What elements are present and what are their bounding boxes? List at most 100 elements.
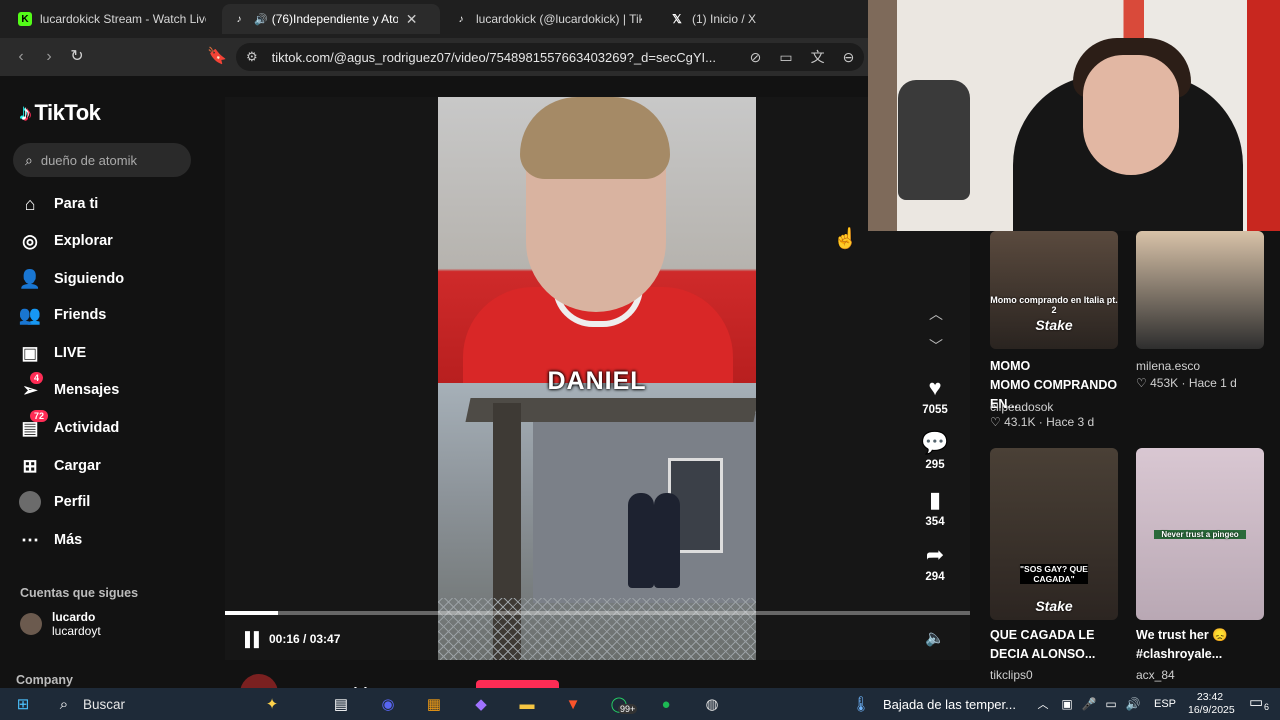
tab-tiktok-profile[interactable]: ♪ lucardokick (@lucardokick) | TikTo	[444, 4, 652, 34]
microphone-icon[interactable]: 🎤	[1082, 694, 1097, 714]
reload-icon[interactable]: ↻	[66, 46, 88, 68]
video-thumbnail[interactable]: "SOS GAY? QUE CAGADA" Stake	[990, 448, 1118, 620]
sidebar-item-cargar[interactable]: ⊞ Cargar	[18, 452, 100, 480]
tab-title: (1) Inicio / X	[692, 12, 757, 26]
m365-icon[interactable]: ◆	[470, 694, 492, 714]
user-follow-icon: 👤	[18, 268, 42, 289]
x-icon: 𝕏	[672, 12, 682, 26]
brand-watermark: Stake	[1035, 317, 1073, 333]
brave-icon[interactable]: ▼	[562, 694, 584, 714]
forward-icon[interactable]: ›	[38, 46, 60, 68]
sidebar-item-live[interactable]: ▣ LIVE	[18, 339, 86, 367]
tab-x[interactable]: 𝕏 (1) Inicio / X	[660, 4, 860, 34]
video-thumbnail[interactable]: Momo comprando en Italia pt. 2 Stake	[990, 231, 1118, 349]
video-player[interactable]: DANIEL ▌▌ 00:16 / 03:47 🔈	[225, 97, 970, 660]
weather-icon[interactable]: 🌡	[851, 694, 871, 714]
bookmark-page-icon[interactable]: 🔖	[206, 46, 228, 68]
compass-icon: ◎	[22, 230, 38, 251]
chevron-down-icon[interactable]: ﹀	[926, 336, 946, 356]
chevron-up-icon[interactable]: ︿	[1036, 694, 1050, 714]
windows-start-icon[interactable]: ⊞	[12, 694, 34, 714]
video-author-name[interactable]: milena.esco	[1136, 358, 1276, 374]
tiktok-icon: ♪	[236, 13, 242, 25]
comment-icon: 💬	[921, 430, 949, 455]
share-count: 294	[925, 571, 945, 583]
video-thumbnail[interactable]	[1136, 231, 1264, 349]
progress-bar[interactable]	[225, 611, 970, 615]
following-account[interactable]: lucardo lucardoyt	[20, 610, 101, 638]
video-top-clip	[438, 97, 756, 383]
video-author-name[interactable]: acx_84	[1136, 667, 1276, 683]
sidebar-item-label: LIVE	[54, 345, 87, 361]
video-thumbnail[interactable]: Never trust a pingeo	[1136, 448, 1264, 620]
site-settings-icon[interactable]: ⚙	[246, 49, 258, 65]
cast-icon[interactable]: ▭	[779, 49, 792, 66]
video-frame[interactable]: DANIEL	[438, 97, 756, 660]
video-author-name[interactable]: tikclips0	[990, 667, 1130, 683]
taskbar-clock[interactable]: 23:42 16/9/2025	[1188, 691, 1235, 717]
video-author-name[interactable]: clipeadosok	[990, 399, 1130, 415]
tab-kick[interactable]: K lucardokick Stream - Watch Live o	[8, 4, 216, 34]
video-title[interactable]: QUE CAGADA LE DECIA ALONSO...	[990, 626, 1130, 664]
like-button[interactable]: ♥ 7055	[910, 374, 960, 416]
sidebar-item-label: Perfil	[54, 494, 91, 510]
sidebar-item-label: Para ti	[54, 196, 99, 212]
avatar	[18, 490, 42, 514]
video-title-line: QUE CAGADA LE	[990, 628, 1095, 642]
chevron-up-icon[interactable]: ︿	[926, 304, 946, 324]
share-button[interactable]: ➦ 294	[910, 541, 960, 583]
sidebar-item-explorar[interactable]: ◎ Explorar	[18, 227, 113, 255]
comment-button[interactable]: 💬 295	[910, 429, 960, 471]
heart-outline-icon: ♡	[990, 415, 1001, 429]
volume-icon[interactable]: 🔈	[925, 628, 945, 648]
language-indicator[interactable]: ESP	[1154, 698, 1176, 710]
app-icon[interactable]: ▦	[423, 694, 445, 714]
sidebar-item-actividad[interactable]: ▤ 72 Actividad	[18, 410, 119, 442]
sidebar-item-mensajes[interactable]: ➢ 4 Mensajes	[18, 372, 119, 404]
bookmark-button[interactable]: ▮ 354	[910, 486, 960, 528]
sidebar-item-friends[interactable]: 👥 Friends	[18, 301, 107, 329]
obs-icon[interactable]: ◍	[701, 694, 723, 714]
reader-mode-icon[interactable]: ⊘	[750, 49, 762, 66]
recommended-videos: Momo comprando en Italia pt. 2 Stake MOM…	[970, 231, 1280, 688]
file-explorer-icon[interactable]: ▬	[516, 694, 538, 714]
close-tab-icon[interactable]: ✕	[406, 11, 418, 28]
url-text[interactable]: tiktok.com/@agus_rodriguez07/video/75489…	[272, 50, 732, 65]
discord-icon[interactable]: ◉	[377, 694, 399, 714]
friends-icon: 👥	[18, 304, 42, 325]
account-handle: lucardoyt	[52, 624, 101, 638]
translate-icon[interactable]: 文	[811, 47, 825, 67]
copilot-sparkle-icon[interactable]: ✦	[258, 694, 286, 714]
tiktok-logo[interactable]: ♪ TikTok	[20, 100, 101, 126]
search-icon[interactable]: ⌕	[54, 694, 74, 714]
sidebar-item-para-ti[interactable]: ⌂ Para ti	[18, 190, 99, 218]
inbox-icon: ▤ 72	[18, 410, 49, 440]
notification-badge: 4	[30, 372, 44, 384]
notification-badge: 72	[30, 410, 49, 422]
pause-icon[interactable]: ▌▌	[245, 631, 264, 647]
tray-app-icon[interactable]: ▣	[1060, 694, 1074, 714]
heart-outline-icon: ♡	[1136, 376, 1147, 390]
video-stats: ♡ 453K · Hace 1 d	[1136, 376, 1237, 390]
sidebar-item-perfil[interactable]: Perfil	[18, 488, 90, 516]
notification-icon[interactable]: ▭	[1249, 693, 1263, 711]
taskbar-search-label[interactable]: Buscar	[83, 697, 125, 712]
volume-icon[interactable]: 🔊	[1126, 694, 1141, 714]
search-input[interactable]: ⌕ dueño de atomik	[13, 143, 191, 177]
brand-watermark: Stake	[1035, 598, 1073, 614]
tab-tiktok-video[interactable]: ♪ 🔊 (76)Independiente y Atom ✕	[222, 4, 440, 34]
zoom-icon[interactable]: ⊖	[843, 49, 855, 66]
address-bar[interactable]: ⚙ tiktok.com/@agus_rodriguez07/video/754…	[236, 43, 864, 71]
search-icon: ⌕	[25, 151, 33, 168]
network-icon[interactable]: ▭	[1104, 694, 1118, 714]
sidebar-item-mas[interactable]: ⋯ Más	[18, 526, 82, 554]
task-view-icon[interactable]: ▤	[330, 694, 352, 714]
weather-text[interactable]: Bajada de las temper...	[883, 697, 1016, 712]
back-icon[interactable]: ‹	[10, 46, 32, 68]
spotify-icon[interactable]: ●	[655, 694, 677, 714]
upload-icon: ⊞	[22, 455, 38, 476]
sidebar-item-siguiendo[interactable]: 👤 Siguiendo	[18, 265, 124, 293]
clock-time: 23:42	[1196, 691, 1224, 703]
video-title[interactable]: We trust her 😞 #clashroyale...	[1136, 626, 1276, 664]
company-link[interactable]: Company	[16, 673, 73, 687]
